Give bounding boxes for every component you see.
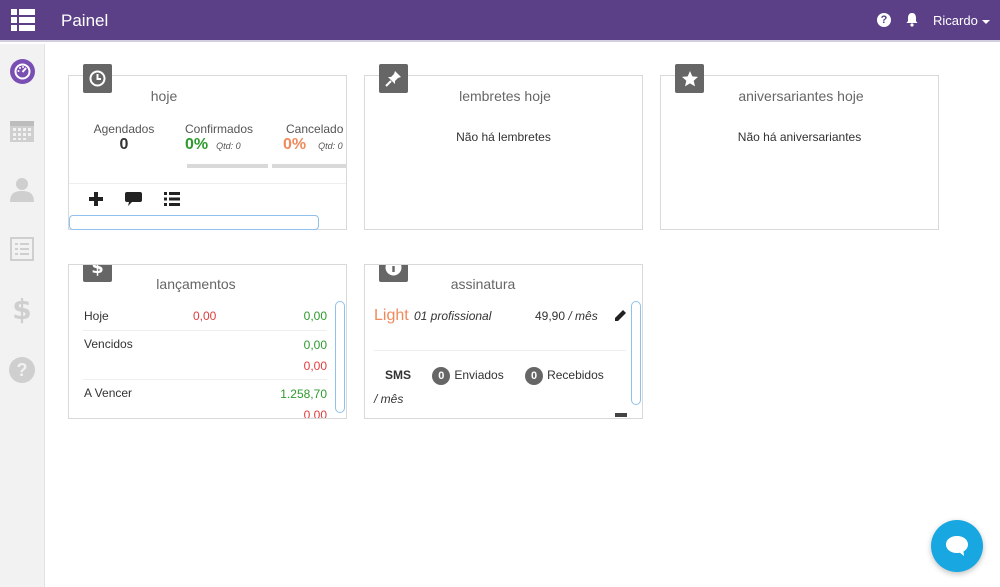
top-navbar: Painel ? Ricardo xyxy=(0,0,1000,42)
dollar-icon: $ xyxy=(12,292,32,326)
received-count-badge: 0 xyxy=(525,367,544,385)
plus-icon[interactable] xyxy=(89,192,103,206)
plan-price: 49,90 xyxy=(535,309,566,323)
user-name: Ricardo xyxy=(933,13,978,28)
progress-input[interactable] xyxy=(69,215,319,230)
sms-sent: 0 Enviados xyxy=(432,367,504,385)
table-row[interactable]: A Vencer 1.258,70 0,00 xyxy=(83,380,327,419)
row-positive: 0,00 xyxy=(303,309,327,323)
panel-title: aniversariantes hoje xyxy=(738,88,864,104)
stat-qtd: Qtd: 0 xyxy=(216,141,241,151)
chat-bubble-icon xyxy=(946,536,968,556)
row-positive: 1.258,70 xyxy=(280,387,327,401)
row-positive: 0,00 xyxy=(303,338,327,352)
help-circle-icon: ? xyxy=(9,357,35,383)
stat-label: Confirmados xyxy=(185,122,254,136)
list-view-icon[interactable] xyxy=(164,192,180,206)
panel-title: hoje xyxy=(150,88,178,104)
star-icon xyxy=(675,64,704,93)
help-icon[interactable]: ? xyxy=(877,13,891,27)
sidebar-item-clients[interactable] xyxy=(7,174,37,204)
plan-row: Light 01 profissional 49,90 / mês xyxy=(374,307,626,351)
user-menu[interactable]: Ricardo xyxy=(933,13,990,28)
sms-row: SMS 0 Enviados 0 Recebidos xyxy=(385,367,604,385)
pin-icon xyxy=(379,64,408,93)
stat-confirmados[interactable]: Confirmados 0% Qtd: 0 xyxy=(185,122,253,154)
dollar-badge-icon: $ xyxy=(83,265,112,282)
stat-agendados[interactable]: Agendados 0 xyxy=(91,122,157,154)
sidebar-item-calendar[interactable] xyxy=(7,115,37,145)
stat-label: Cancelado xyxy=(286,122,344,136)
plan-price-group: 49,90 / mês xyxy=(535,309,598,323)
sidebar-item-help[interactable]: ? xyxy=(7,355,37,385)
panel-hoje: hoje Agendados 0 Confirmados 0% Qtd: 0 Ca… xyxy=(68,64,347,230)
table-row[interactable]: Hoje 0,00 0,00 xyxy=(83,303,327,331)
panel-lembretes: lembretes hoje Não há lembretes xyxy=(364,64,643,230)
caret-down-icon xyxy=(981,19,990,24)
stat-label: Agendados xyxy=(93,122,155,136)
panel-title: lembretes hoje xyxy=(459,88,551,104)
row-label: Hoje xyxy=(84,309,109,323)
info-icon xyxy=(379,265,408,282)
stat-cancelados[interactable]: Cancelado 0% Qtd: 0 xyxy=(283,122,346,154)
stats-row: Agendados 0 Confirmados 0% Qtd: 0 Cancela… xyxy=(69,122,346,182)
action-row xyxy=(69,183,346,215)
row-label: Vencidos xyxy=(84,337,133,351)
user-icon xyxy=(10,178,34,202)
stat-value: 0% xyxy=(185,136,209,153)
sidebar-item-dashboard[interactable] xyxy=(7,56,37,86)
chat-button[interactable] xyxy=(931,520,983,572)
received-label: Recebidos xyxy=(547,368,604,382)
panel-assinatura: assinatura Light 01 profissional 49,90 /… xyxy=(364,264,643,419)
confirmados-bar xyxy=(187,164,268,168)
row-negative: 0,00 xyxy=(303,359,327,373)
scrollbar[interactable] xyxy=(631,301,641,405)
bell-icon[interactable] xyxy=(905,12,919,27)
edit-pencil-icon[interactable] xyxy=(614,309,627,322)
cancelados-bar xyxy=(272,164,346,168)
sent-count-badge: 0 xyxy=(432,367,451,385)
stat-value: 0% xyxy=(283,136,307,153)
empty-message: Não há aniversariantes xyxy=(737,130,862,144)
empty-message: Não há lembretes xyxy=(456,130,551,144)
lancamentos-table: Hoje 0,00 0,00 Vencidos 0,00 0,00 A Venc… xyxy=(83,303,327,419)
panel-aniversariantes: aniversariantes hoje Não há aniversarian… xyxy=(660,64,939,230)
panel-lancamentos: $ lançamentos Hoje 0,00 0,00 Vencidos 0,… xyxy=(68,264,347,419)
menu-grid-icon[interactable] xyxy=(11,9,35,31)
scrollbar[interactable] xyxy=(335,301,345,413)
sidebar: $ ? xyxy=(0,44,45,587)
dashboard-icon xyxy=(9,58,35,84)
sidebar-item-lists[interactable] xyxy=(7,234,37,264)
stat-qtd: Qtd: 0 xyxy=(318,141,343,151)
calendar-icon xyxy=(10,121,34,142)
plan-period: / mês xyxy=(568,309,598,323)
sms-received: 0 Recebidos xyxy=(525,367,604,385)
plan-name: Light xyxy=(374,307,409,324)
cart-icon[interactable] xyxy=(615,413,627,419)
panel-title: lançamentos xyxy=(156,276,236,292)
page-title[interactable]: Painel xyxy=(61,11,108,31)
stat-value: 0 xyxy=(119,136,129,153)
plan-professionals: 01 profissional xyxy=(414,309,492,323)
clock-icon xyxy=(83,64,112,93)
sms-label: SMS xyxy=(385,368,412,382)
row-negative: 0,00 xyxy=(303,408,327,419)
row-negative: 0,00 xyxy=(193,309,217,323)
sent-label: Enviados xyxy=(454,368,504,382)
row-label: A Vencer xyxy=(84,386,133,400)
sms-period: / mês xyxy=(374,392,404,406)
table-row[interactable]: Vencidos 0,00 0,00 xyxy=(83,331,327,380)
panel-title: assinatura xyxy=(450,276,516,292)
comment-icon[interactable] xyxy=(125,192,142,206)
sidebar-item-financial[interactable]: $ xyxy=(7,292,37,326)
list-icon xyxy=(10,237,34,261)
